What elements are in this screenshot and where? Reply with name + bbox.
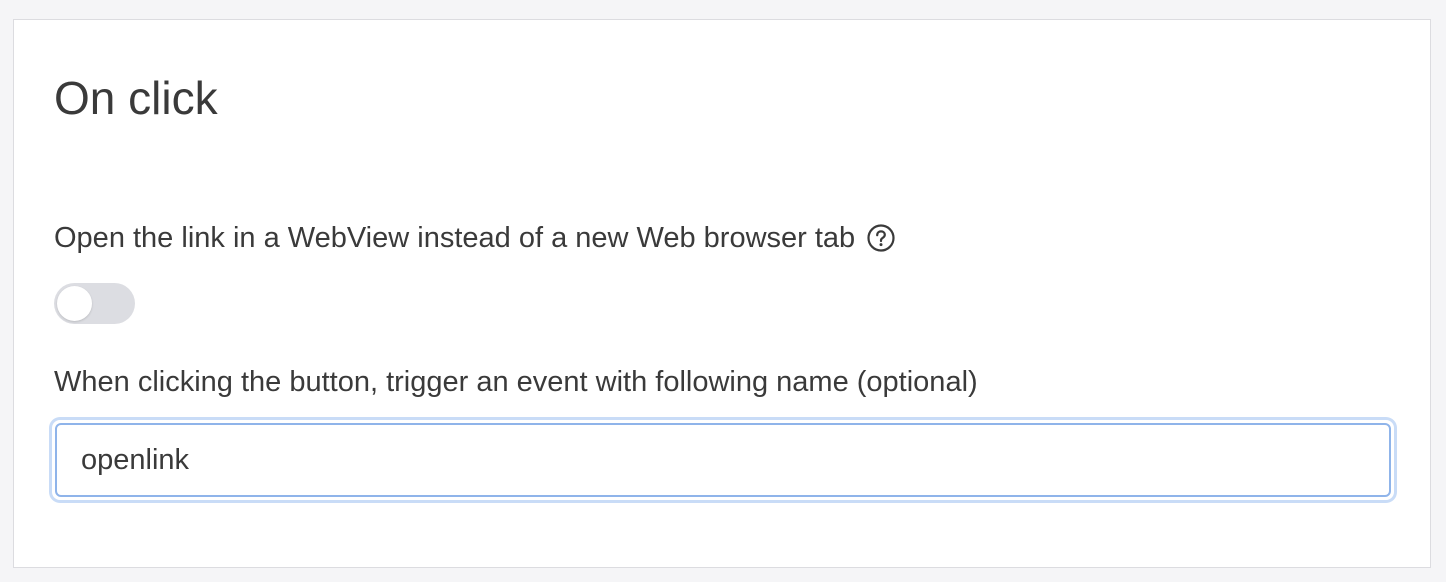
- section-title: On click: [54, 72, 218, 124]
- event-name-input[interactable]: [55, 423, 1391, 497]
- event-name-input-focus-ring: [52, 420, 1394, 500]
- webview-option-label: Open the link in a WebView instead of a …: [54, 221, 856, 254]
- webview-toggle[interactable]: [54, 283, 135, 324]
- on-click-panel: On click Open the link in a WebView inst…: [13, 19, 1431, 568]
- question-circle-icon[interactable]: [865, 222, 897, 254]
- webview-option-row: Open the link in a WebView instead of a …: [54, 218, 897, 258]
- event-name-label: When clicking the button, trigger an eve…: [54, 366, 978, 398]
- toggle-knob: [57, 286, 92, 321]
